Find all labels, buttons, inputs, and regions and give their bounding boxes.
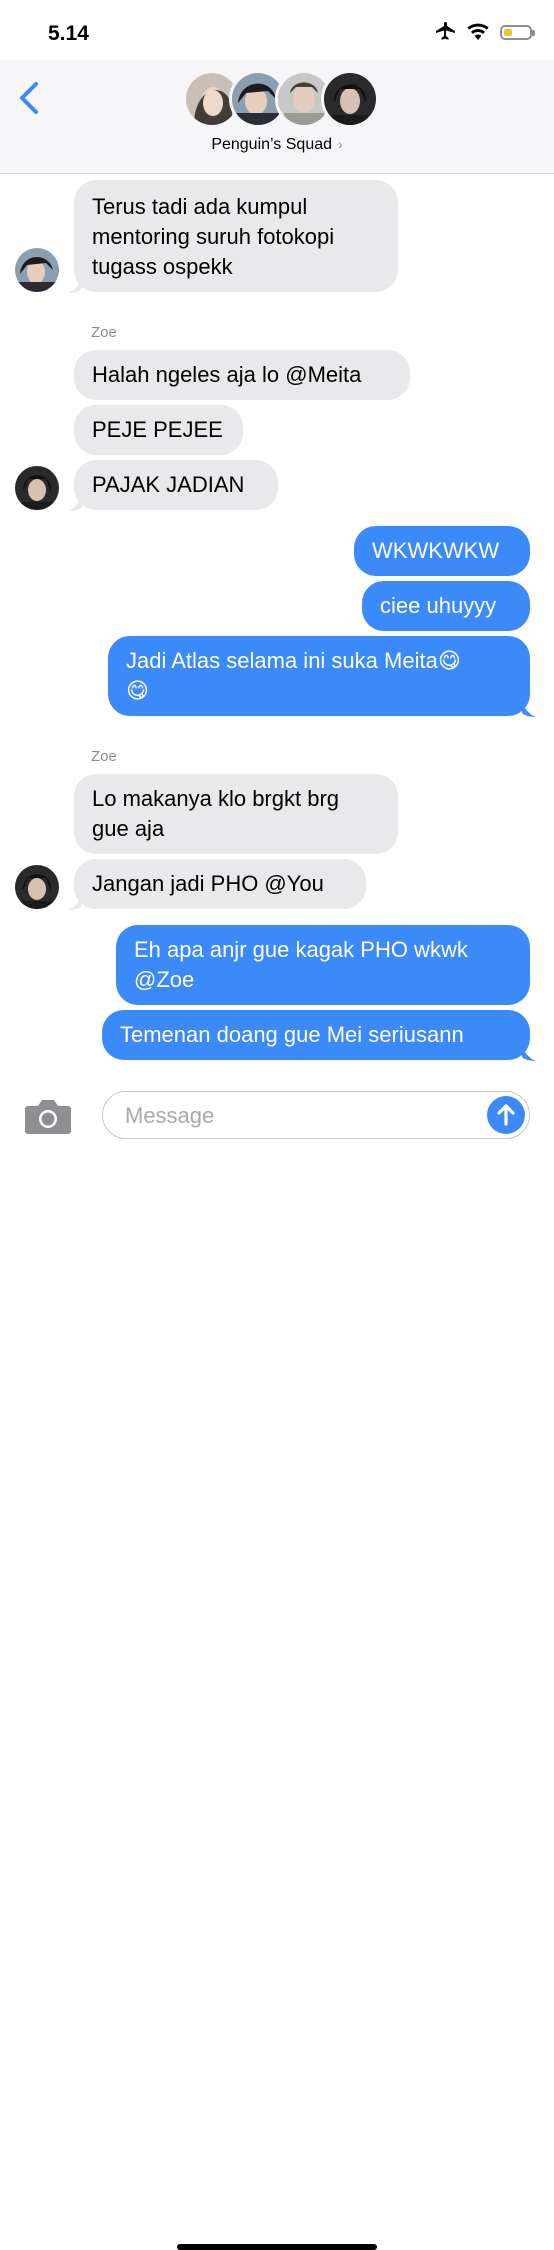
- message-text: ciee uhuyyy: [380, 593, 497, 618]
- message-bubble[interactable]: WKWKWKW: [354, 526, 530, 576]
- group-name[interactable]: Penguin’s Squad ›: [0, 136, 554, 154]
- status-time: 5.14: [48, 22, 89, 45]
- message-text: PEJE PEJEE: [92, 417, 223, 442]
- message-bubble[interactable]: Terus tadi ada kumpul mentoring suruh fo…: [74, 180, 398, 292]
- bubble-tail: [68, 495, 82, 511]
- chevron-right-icon: ›: [338, 136, 343, 152]
- bubble-tail: [68, 277, 82, 293]
- status-bar: 5.14: [0, 0, 554, 60]
- message-text: Lo makanya klo brgkt brg gue aja: [92, 786, 340, 841]
- message-text: Terus tadi ada kumpul mentoring suruh fo…: [92, 194, 335, 279]
- message-input[interactable]: [123, 1102, 487, 1130]
- bubble-tail: [522, 1045, 536, 1061]
- airplane-icon: [436, 22, 455, 40]
- message-bubble[interactable]: Lo makanya klo brgkt brg gue aja: [74, 774, 398, 854]
- group-name-label: Penguin’s Squad: [211, 136, 333, 153]
- message-text: Temenan doang gue Mei seriusann: [120, 1022, 464, 1047]
- message-thread[interactable]: Terus tadi ada kumpul mentoring suruh fo…: [0, 174, 554, 1066]
- camera-button[interactable]: [24, 1096, 72, 1136]
- send-button[interactable]: [487, 1096, 525, 1134]
- compose-bar: [0, 1066, 554, 2250]
- message-bubble[interactable]: PEJE PEJEE: [74, 405, 243, 455]
- back-button[interactable]: [16, 78, 46, 118]
- message-text: Jangan jadi PHO @You: [92, 871, 324, 896]
- avatar: [321, 70, 379, 128]
- message-bubble[interactable]: PAJAK JADIAN: [74, 460, 278, 510]
- message-bubble[interactable]: Temenan doang gue Mei seriusann: [102, 1010, 530, 1060]
- avatar[interactable]: [15, 466, 59, 510]
- status-icons: [434, 22, 535, 42]
- wifi-icon: [467, 23, 489, 40]
- bubble-tail: [522, 701, 536, 717]
- battery-icon: [500, 24, 535, 40]
- camera-icon: [25, 1100, 71, 1134]
- message-bubble[interactable]: Halah ngeles aja lo @Meita: [74, 350, 410, 400]
- message-bubble[interactable]: ciee uhuyyy: [362, 581, 530, 631]
- message-text: Eh apa anjr gue kagak PHO wkwk @Zoe: [134, 937, 468, 992]
- sender-name: Zoe: [91, 324, 117, 341]
- arrow-up-icon: [497, 1104, 515, 1126]
- message-text: PAJAK JADIAN: [92, 472, 245, 497]
- chevron-left-icon: [20, 82, 38, 114]
- bubble-tail: [68, 894, 82, 910]
- sender-name: Zoe: [91, 748, 117, 765]
- battery-fill: [504, 28, 512, 36]
- message-bubble[interactable]: Jangan jadi PHO @You: [74, 859, 366, 909]
- message-text: WKWKWKW: [372, 538, 500, 563]
- message-bubble[interactable]: Jadi Atlas selama ini suka Meita😋 😋: [108, 636, 530, 716]
- conversation-header: Penguin’s Squad ›: [0, 60, 554, 174]
- avatar[interactable]: [15, 248, 59, 292]
- message-text: Halah ngeles aja lo @Meita: [92, 362, 362, 387]
- group-avatars[interactable]: [183, 70, 379, 128]
- avatar[interactable]: [15, 865, 59, 909]
- message-text: Jadi Atlas selama ini suka Meita😋 😋: [126, 648, 461, 703]
- message-field[interactable]: [102, 1091, 530, 1139]
- home-indicator: [177, 2244, 377, 2250]
- message-bubble[interactable]: Eh apa anjr gue kagak PHO wkwk @Zoe: [116, 925, 530, 1005]
